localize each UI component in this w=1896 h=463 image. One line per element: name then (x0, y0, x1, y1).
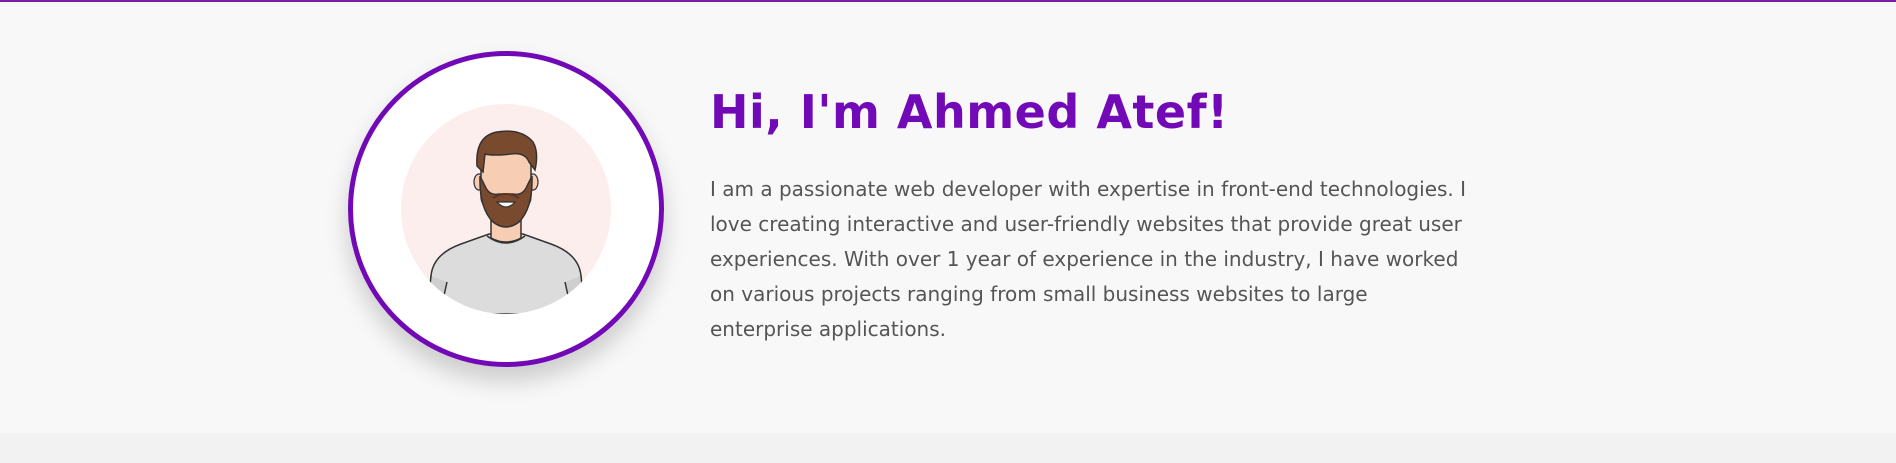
hero-section: Hi, I'm Ahmed Atef! I am a passionate we… (0, 2, 1896, 433)
page-title: Hi, I'm Ahmed Atef! (710, 85, 1229, 139)
bearded-man-avatar-icon (424, 130, 588, 314)
avatar (348, 51, 664, 367)
bio-paragraph: I am a passionate web developer with exp… (710, 177, 1467, 341)
intro: Hi, I'm Ahmed Atef! I am a passionate we… (710, 82, 1470, 347)
avatar-background (401, 104, 611, 314)
